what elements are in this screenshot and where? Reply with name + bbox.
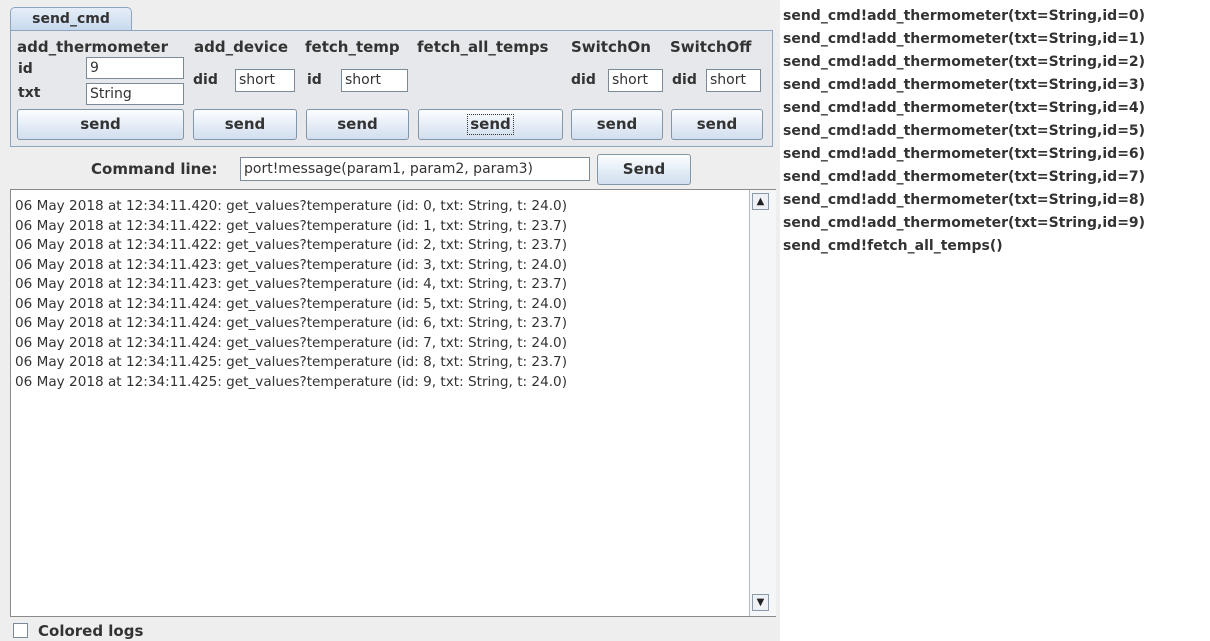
log-line: 06 May 2018 at 12:34:11.424: get_values?… — [15, 315, 567, 331]
colored-logs-label: Colored logs — [38, 622, 144, 640]
add-device-send-button[interactable]: send — [193, 109, 297, 140]
command-line-input[interactable]: port!message(param1, param2, param3) — [240, 157, 590, 181]
id-label: id — [307, 72, 322, 88]
history-item[interactable]: send_cmd!add_thermometer(txt=String,id=4… — [783, 97, 1145, 120]
fetch-temp-id-input[interactable]: short — [341, 69, 408, 92]
history-item[interactable]: send_cmd!add_thermometer(txt=String,id=6… — [783, 143, 1145, 166]
did-label: did — [571, 72, 596, 88]
log-line: 06 May 2018 at 12:34:11.424: get_values?… — [15, 334, 567, 351]
txt-label: txt — [18, 85, 41, 101]
header-switch-off: SwitchOff — [670, 38, 752, 56]
header-fetch-all-temps: fetch_all_temps — [417, 38, 549, 56]
switch-on-send-button[interactable]: send — [571, 109, 663, 140]
did-label: did — [193, 72, 218, 88]
log-line: 06 May 2018 at 12:34:11.424: get_values?… — [15, 295, 567, 312]
switch-off-did-input[interactable]: short — [706, 69, 761, 92]
id-label: id — [18, 61, 33, 77]
header-add-thermometer: add_thermometer — [17, 38, 168, 56]
log-line: 06 May 2018 at 12:34:11.423: get_values?… — [15, 256, 567, 273]
command-line-send-button[interactable]: Send — [597, 154, 691, 185]
colored-logs-checkbox[interactable] — [13, 623, 28, 638]
history-list: send_cmd!add_thermometer(txt=String,id=0… — [783, 5, 1145, 258]
history-item[interactable]: send_cmd!add_thermometer(txt=String,id=5… — [783, 120, 1145, 143]
scroll-down-icon[interactable]: ▼ — [752, 594, 769, 611]
log-line: 06 May 2018 at 12:34:11.423: get_values?… — [15, 276, 567, 292]
did-label: did — [672, 72, 697, 88]
log-line: 06 May 2018 at 12:34:11.422: get_values?… — [15, 217, 567, 234]
switch-off-send-button[interactable]: send — [671, 109, 763, 140]
history-item[interactable]: send_cmd!add_thermometer(txt=String,id=3… — [783, 74, 1145, 97]
history-item[interactable]: send_cmd!fetch_all_temps() — [783, 235, 1145, 258]
history-item[interactable]: send_cmd!add_thermometer(txt=String,id=8… — [783, 189, 1145, 212]
thermometer-txt-input[interactable]: String — [86, 83, 184, 105]
header-switch-on: SwitchOn — [571, 38, 651, 56]
log-lines: 06 May 2018 at 12:34:11.420: get_values?… — [15, 197, 567, 392]
history-item[interactable]: send_cmd!add_thermometer(txt=String,id=7… — [783, 166, 1145, 189]
command-history-pane[interactable]: send_cmd!add_thermometer(txt=String,id=0… — [780, 0, 1210, 641]
scroll-up-icon[interactable]: ▲ — [752, 193, 769, 210]
log-line: 06 May 2018 at 12:34:11.425: get_values?… — [15, 373, 567, 390]
add-thermometer-send-button[interactable]: send — [17, 109, 184, 140]
header-fetch-temp: fetch_temp — [305, 38, 400, 56]
log-line: 06 May 2018 at 12:34:11.422: get_values?… — [15, 237, 567, 253]
history-item[interactable]: send_cmd!add_thermometer(txt=String,id=9… — [783, 212, 1145, 235]
log-scrollbar[interactable] — [749, 190, 776, 616]
log-line: 06 May 2018 at 12:34:11.420: get_values?… — [15, 198, 567, 214]
switch-on-did-input[interactable]: short — [608, 69, 663, 92]
log-line: 06 May 2018 at 12:34:11.425: get_values?… — [15, 354, 567, 370]
history-item[interactable]: send_cmd!add_thermometer(txt=String,id=1… — [783, 28, 1145, 51]
history-item[interactable]: send_cmd!add_thermometer(txt=String,id=0… — [783, 5, 1145, 28]
fetch-temp-send-button[interactable]: send — [306, 109, 409, 140]
header-add-device: add_device — [194, 38, 288, 56]
fetch-all-temps-send-button[interactable]: send — [418, 109, 563, 140]
fetch-all-temps-send-label: send — [467, 114, 514, 135]
tab-send-cmd[interactable]: send_cmd — [10, 7, 132, 31]
history-item[interactable]: send_cmd!add_thermometer(txt=String,id=2… — [783, 51, 1145, 74]
add-device-did-input[interactable]: short — [235, 69, 295, 92]
command-line-label: Command line: — [91, 160, 218, 178]
thermometer-id-input[interactable]: 9 — [86, 57, 184, 79]
